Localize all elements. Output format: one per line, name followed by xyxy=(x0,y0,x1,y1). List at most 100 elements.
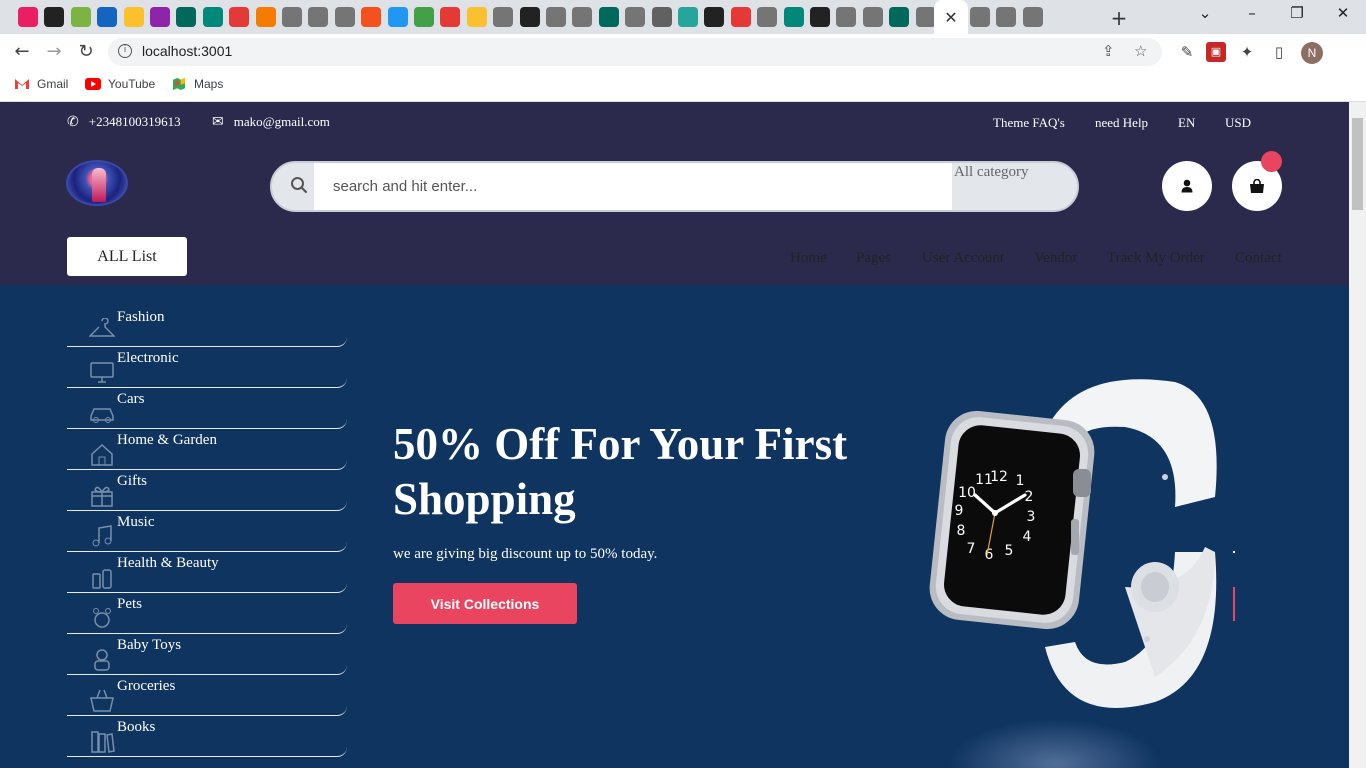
category-item[interactable]: Baby Toys xyxy=(67,634,347,675)
tab-favicon[interactable] xyxy=(361,7,382,27)
nav-contact[interactable]: Contact xyxy=(1235,250,1282,267)
nav-track-my-order[interactable]: Track My Order xyxy=(1107,250,1205,267)
category-item[interactable]: Music xyxy=(67,511,347,552)
tab-favicon[interactable] xyxy=(546,7,566,27)
extensions-puzzle-icon[interactable]: ✦ xyxy=(1237,42,1257,62)
tab-favicon[interactable] xyxy=(757,7,778,27)
tab-favicon[interactable] xyxy=(996,7,1017,27)
bookmark-star-icon[interactable]: ☆ xyxy=(1134,42,1147,60)
category-item[interactable]: Gifts xyxy=(67,470,347,511)
tab-search-icon[interactable]: ⌄ xyxy=(1193,4,1217,22)
tab-favicon[interactable] xyxy=(334,7,355,27)
tab-favicon[interactable] xyxy=(176,7,197,27)
account-button[interactable] xyxy=(1162,161,1212,211)
nav-vendor[interactable]: Vendor xyxy=(1034,250,1077,267)
close-window-icon[interactable]: ✕ xyxy=(1331,4,1355,22)
monitor-icon xyxy=(90,362,114,383)
category-item[interactable]: Fashion xyxy=(67,306,347,347)
tab-favicon[interactable] xyxy=(783,7,804,27)
tab-favicon[interactable] xyxy=(44,7,65,27)
category-label: Health & Beauty xyxy=(117,555,219,571)
extension-dev-icon[interactable]: ✎ xyxy=(1177,42,1197,62)
tab-favicon[interactable] xyxy=(519,7,540,27)
tab-favicon[interactable] xyxy=(572,7,593,27)
tab-favicon[interactable] xyxy=(625,7,646,27)
visit-collections-button[interactable]: Visit Collections xyxy=(393,583,577,624)
search-input[interactable] xyxy=(314,163,952,210)
nav-home[interactable]: Home xyxy=(790,250,827,267)
side-panel-icon[interactable]: ▯ xyxy=(1269,42,1289,62)
active-tab[interactable]: ✕ xyxy=(934,0,968,34)
tab-favicon[interactable] xyxy=(598,7,619,27)
tab-favicon[interactable] xyxy=(915,7,936,27)
bookmark-youtube[interactable]: YouTube xyxy=(85,77,155,91)
currency-select[interactable]: USD xyxy=(1225,115,1251,131)
category-item[interactable]: Groceries xyxy=(67,675,347,716)
svg-text:1: 1 xyxy=(1016,473,1025,489)
hero-slider-indicator[interactable] xyxy=(1233,587,1235,621)
tab-favicon[interactable] xyxy=(651,7,672,27)
theme-faq-link[interactable]: Theme FAQ's xyxy=(993,115,1065,131)
category-item[interactable]: Cars xyxy=(67,388,347,429)
scrollbar-thumb[interactable] xyxy=(1352,118,1363,210)
tab-favicon[interactable] xyxy=(255,7,276,27)
site-logo[interactable] xyxy=(66,160,128,206)
tab-favicon[interactable] xyxy=(440,7,461,27)
restore-icon[interactable]: ❐ xyxy=(1285,4,1309,22)
category-label: Electronic xyxy=(117,350,179,366)
page-scrollbar[interactable] xyxy=(1349,102,1366,768)
category-label: Baby Toys xyxy=(117,637,182,653)
category-item[interactable]: Electronic xyxy=(67,347,347,388)
tab-favicon[interactable] xyxy=(282,7,302,27)
site-info-icon[interactable]: i xyxy=(118,44,132,58)
tab-favicon[interactable] xyxy=(202,7,223,27)
bookmark-maps[interactable]: Maps xyxy=(171,77,223,91)
hero-slider-dot[interactable] xyxy=(1233,551,1235,553)
tab-favicon[interactable] xyxy=(123,7,144,27)
tab-favicon[interactable] xyxy=(493,7,514,27)
bookmark-gmail[interactable]: Gmail xyxy=(14,77,68,91)
tab-favicon[interactable] xyxy=(730,7,751,27)
tab-favicon[interactable] xyxy=(862,7,883,27)
nav-pages[interactable]: Pages xyxy=(856,250,891,267)
share-icon[interactable]: ⇪ xyxy=(1102,42,1115,60)
tab-favicon[interactable] xyxy=(229,7,250,27)
tab-favicon[interactable] xyxy=(414,7,434,27)
new-tab-button[interactable]: + xyxy=(1108,6,1130,30)
reload-icon[interactable]: ↻ xyxy=(74,40,98,64)
language-select[interactable]: EN xyxy=(1178,115,1195,131)
back-icon[interactable]: ← xyxy=(10,40,34,64)
category-item[interactable]: Pets xyxy=(67,593,347,634)
forward-icon[interactable]: → xyxy=(42,40,66,64)
tab-favicon[interactable] xyxy=(97,7,118,27)
tab-favicon[interactable] xyxy=(678,7,698,27)
category-item[interactable]: Home & Garden xyxy=(67,429,347,470)
need-help-link[interactable]: need Help xyxy=(1095,115,1148,131)
category-item[interactable]: Health & Beauty xyxy=(67,552,347,593)
tab-favicon[interactable] xyxy=(150,7,170,27)
tab-favicon[interactable] xyxy=(810,7,830,27)
tab-favicon[interactable] xyxy=(308,7,329,27)
category-item[interactable]: Books xyxy=(67,716,347,757)
url-text[interactable]: localhost:3001 xyxy=(142,43,232,59)
close-tab-icon[interactable]: ✕ xyxy=(944,8,957,27)
nav-user-account[interactable]: User Account xyxy=(922,250,1004,267)
search-icon[interactable] xyxy=(290,176,308,194)
tab-favicon[interactable] xyxy=(970,7,990,27)
tab-favicon[interactable] xyxy=(70,7,91,27)
tab-favicon[interactable] xyxy=(466,7,487,27)
minimize-icon[interactable]: – xyxy=(1240,4,1264,22)
address-bar[interactable]: i localhost:3001 ⇪ ☆ xyxy=(108,38,1162,66)
tab-favicon[interactable] xyxy=(18,7,38,27)
tab-favicon[interactable] xyxy=(889,7,910,27)
cart-count-badge xyxy=(1261,151,1282,172)
all-list-button[interactable]: ALL List xyxy=(67,237,187,276)
tab-favicon[interactable] xyxy=(1022,7,1043,27)
category-select[interactable]: All category xyxy=(953,163,1077,210)
svg-text:6: 6 xyxy=(985,547,994,563)
tab-favicon[interactable] xyxy=(387,7,408,27)
tab-favicon[interactable] xyxy=(836,7,857,27)
tab-favicon[interactable] xyxy=(704,7,725,27)
extension-red-icon[interactable]: ▣ xyxy=(1206,42,1226,62)
profile-avatar[interactable]: N xyxy=(1301,42,1323,64)
